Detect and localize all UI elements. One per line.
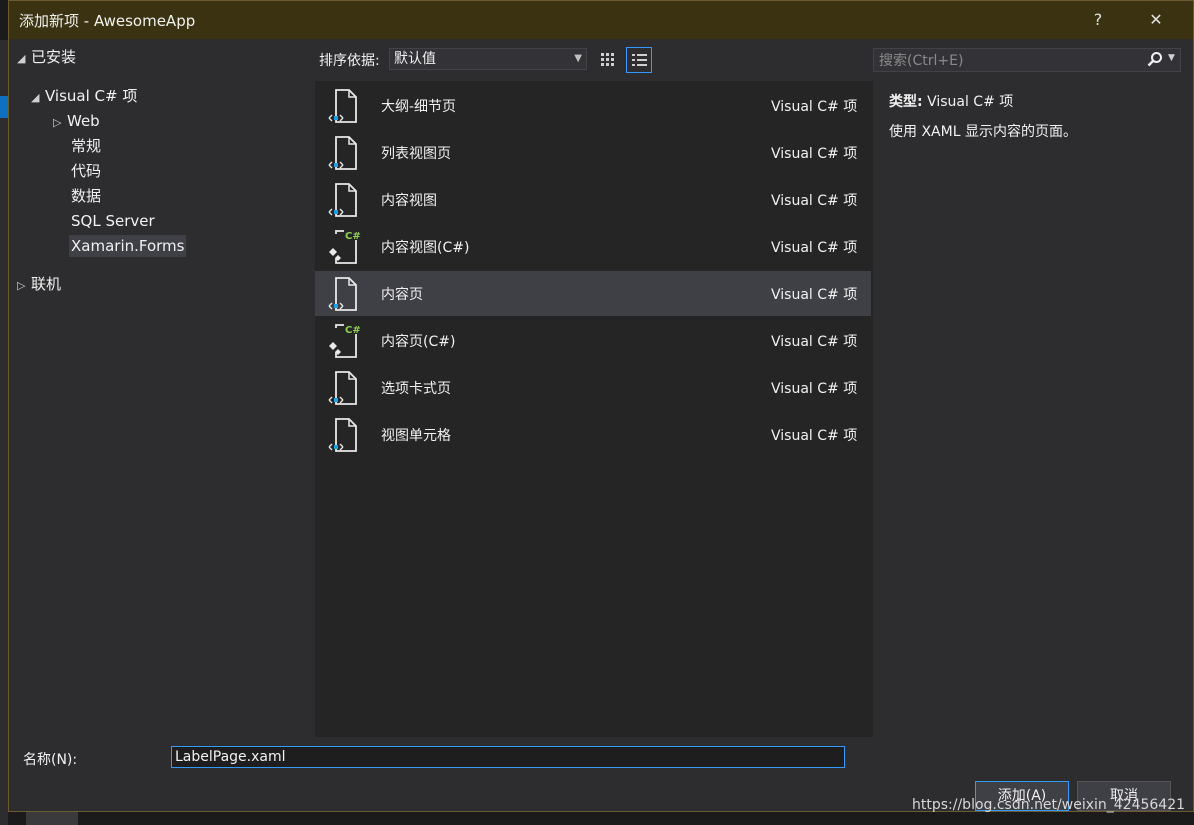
add-new-item-dialog: 添加新项 - AwesomeApp ? ✕ ◢ 已安装 ◢ Visual C# 项 …	[8, 0, 1194, 812]
list-view-button[interactable]	[626, 47, 652, 73]
template-item[interactable]: 内容视图 Visual C# 项	[315, 177, 871, 222]
svg-text:C#: C#	[345, 325, 361, 336]
template-name: 大纲-细节页	[381, 99, 457, 115]
background-ide-bottom	[26, 812, 78, 825]
template-item[interactable]: 列表视图页 Visual C# 项	[315, 130, 871, 175]
name-field[interactable]	[171, 746, 845, 768]
detail-type: 类型: Visual C# 项	[889, 91, 1013, 111]
template-type: Visual C# 项	[771, 193, 858, 209]
search-box[interactable]: ▼	[873, 48, 1181, 73]
tree-item-xamarin-forms[interactable]: Xamarin.Forms	[69, 235, 187, 257]
tree-item-label: 联机	[31, 275, 62, 293]
xaml-page-icon	[328, 89, 357, 123]
sort-value: 默认值	[394, 51, 436, 67]
template-item[interactable]: 内容页 Visual C# 项	[315, 271, 871, 316]
template-type: Visual C# 项	[771, 99, 858, 115]
template-name: 内容页(C#)	[381, 334, 456, 350]
template-name: 选项卡式页	[381, 381, 451, 397]
template-list: 大纲-细节页 Visual C# 项列表视图页 Visual C# 项内容视图 Vis…	[315, 81, 873, 737]
sort-dropdown[interactable]: 默认值 ▼	[389, 48, 587, 70]
xaml-page-icon	[328, 418, 357, 452]
xaml-page-icon	[328, 183, 357, 217]
tree-item-online[interactable]: ▷ 联机	[17, 273, 61, 295]
tree-item-label: Web	[67, 112, 100, 130]
template-type: Visual C# 项	[771, 146, 858, 162]
template-item[interactable]: C# 内容页(C#) Visual C# 项	[315, 318, 871, 363]
detail-type-label: 类型:	[889, 94, 923, 110]
xaml-page-icon	[328, 277, 357, 311]
csharp-file-icon: C#	[329, 324, 361, 358]
help-button[interactable]: ?	[1085, 8, 1111, 32]
tree-item-data[interactable]: 数据	[71, 185, 101, 207]
name-label: 名称(N):	[23, 752, 78, 768]
collapsed-arrow-icon[interactable]: ▷	[53, 112, 67, 134]
detail-pane: 类型: Visual C# 项 使用 XAML 显示内容的页面。	[879, 81, 1179, 737]
csharp-file-icon: C#	[329, 230, 361, 264]
detail-type-value: Visual C# 项	[927, 94, 1014, 110]
expanded-arrow-icon[interactable]: ◢	[17, 48, 31, 70]
svg-text:C#: C#	[345, 231, 361, 242]
small-icons-view-button[interactable]	[595, 47, 621, 73]
title-bar: 添加新项 - AwesomeApp ? ✕	[9, 1, 1193, 39]
tree-item-code[interactable]: 代码	[71, 160, 101, 182]
dropdown-caret-icon: ▼	[574, 53, 582, 64]
template-type: Visual C# 项	[771, 381, 858, 397]
window-title: 添加新项 - AwesomeApp	[19, 12, 196, 30]
template-name: 视图单元格	[381, 428, 451, 444]
template-type: Visual C# 项	[771, 287, 858, 303]
search-input[interactable]	[874, 49, 1141, 73]
template-name: 内容页	[381, 287, 423, 303]
template-item[interactable]: 大纲-细节页 Visual C# 项	[315, 83, 871, 128]
template-item[interactable]: 视图单元格 Visual C# 项	[315, 412, 871, 457]
template-item[interactable]: C# 内容视图(C#) Visual C# 项	[315, 224, 871, 269]
tree-item-visual-cs[interactable]: ◢ Visual C# 项	[31, 85, 137, 107]
template-item[interactable]: 选项卡式页 Visual C# 项	[315, 365, 871, 410]
background-ide-accent	[0, 96, 8, 118]
search-options-caret-icon[interactable]: ▼	[1168, 53, 1175, 63]
tree-item-label: 已安装	[31, 48, 77, 66]
collapsed-arrow-icon[interactable]: ▷	[17, 275, 31, 297]
template-name: 内容视图(C#)	[381, 240, 470, 256]
tree-item-general[interactable]: 常规	[71, 135, 101, 157]
tree-item-sql-server[interactable]: SQL Server	[71, 210, 155, 232]
search-icon[interactable]	[1146, 51, 1164, 69]
expanded-arrow-icon[interactable]: ◢	[31, 87, 45, 109]
category-tree: ◢ 已安装 ◢ Visual C# 项 ▷ Web 常规 代码 数据 SQL Serv…	[9, 39, 315, 739]
tree-item-web[interactable]: ▷ Web	[53, 110, 100, 132]
tree-item-installed[interactable]: ◢ 已安装	[17, 46, 76, 68]
tree-item-label: Visual C# 项	[45, 87, 138, 105]
watermark-text: https://blog.csdn.net/weixin_42456421	[912, 797, 1186, 813]
template-name: 列表视图页	[381, 146, 451, 162]
xaml-page-icon	[328, 136, 357, 170]
close-button[interactable]: ✕	[1143, 8, 1169, 32]
xaml-page-icon	[328, 371, 357, 405]
template-type: Visual C# 项	[771, 334, 858, 350]
detail-description: 使用 XAML 显示内容的页面。	[889, 124, 1077, 140]
template-type: Visual C# 项	[771, 240, 858, 256]
sort-label: 排序依据:	[319, 53, 380, 69]
template-type: Visual C# 项	[771, 428, 858, 444]
template-name: 内容视图	[381, 193, 437, 209]
background-ide-strip	[0, 40, 8, 825]
